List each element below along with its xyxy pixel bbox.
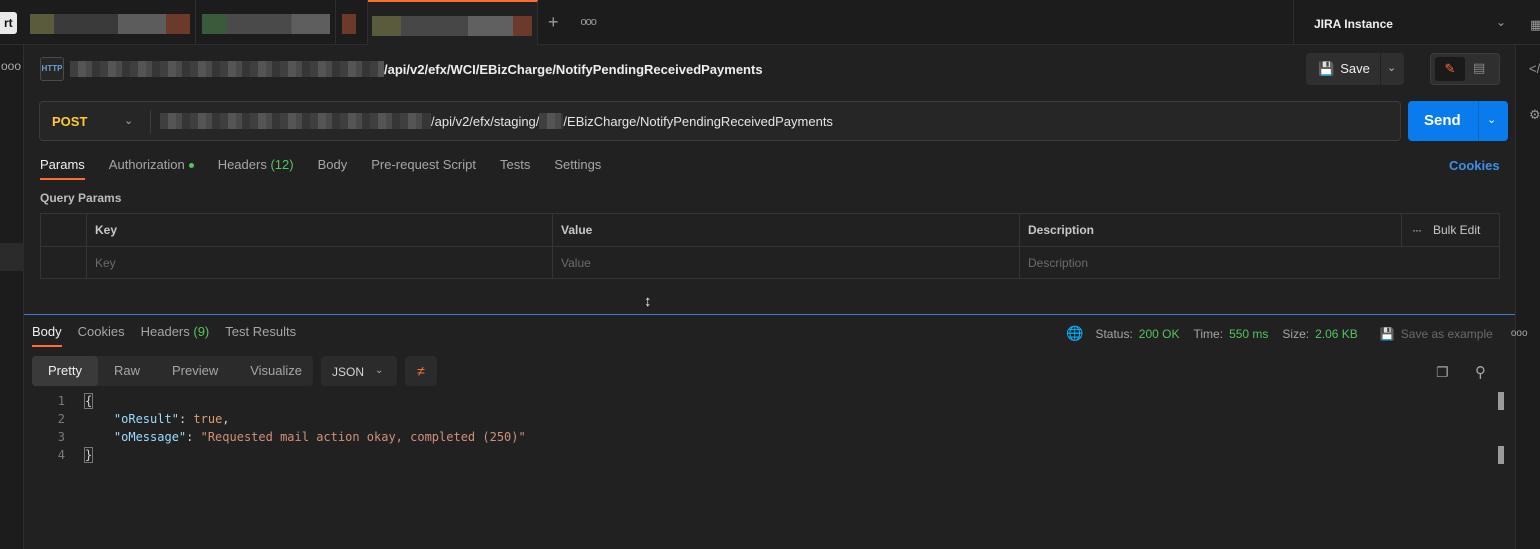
chevron-down-icon[interactable]: ⌄ (124, 114, 133, 127)
status-dot-icon (188, 163, 194, 169)
redacted-host (70, 61, 384, 77)
environment-selector[interactable]: JIRA Instance ⌄ (1293, 0, 1518, 45)
query-params-label: Query Params (40, 191, 122, 205)
url-path-part1: /api/v2/efx/staging/ (431, 113, 540, 129)
status-value[interactable]: 200 OK (1139, 327, 1180, 341)
send-options-chevron-icon[interactable]: ⌄ (1487, 113, 1496, 126)
view-visualize[interactable]: Visualize (234, 356, 318, 386)
pane-splitter[interactable] (24, 314, 1515, 315)
send-button[interactable]: Send ⌄ (1408, 101, 1508, 141)
save-icon: 💾 (1379, 326, 1395, 341)
tab-tests[interactable]: Tests (500, 157, 530, 180)
resize-handle-icon[interactable]: ↕ (644, 293, 652, 310)
tab-pre-request-script[interactable]: Pre-request Script (371, 157, 476, 180)
body-view-tabs: Pretty Raw Preview Visualize (32, 356, 313, 386)
tab-test-results[interactable]: Test Results (225, 324, 296, 347)
pencil-icon[interactable]: ✎ (1435, 57, 1465, 81)
more-icon[interactable]: ooo (1511, 328, 1528, 339)
more-icon[interactable]: ··· (1412, 223, 1422, 237)
response-headers-count: (9) (193, 324, 210, 339)
send-label: Send (1424, 112, 1461, 129)
copy-icon[interactable]: ❐ (1436, 364, 1449, 381)
column-description: Description (1019, 214, 1401, 246)
format-selector[interactable]: JSON ⌄ (321, 356, 397, 386)
save-button[interactable]: 💾 Save ⌄ (1306, 53, 1404, 85)
left-sidebar: ooo (0, 45, 24, 549)
redacted-host (160, 113, 431, 129)
tab-authorization[interactable]: Authorization (109, 157, 194, 180)
request-title-path: /api/v2/efx/WCI/EBizCharge/NotifyPending… (384, 61, 763, 77)
sidebar-selected-item[interactable] (0, 243, 24, 271)
table-row: Key Value Description (41, 247, 1499, 280)
chevron-down-icon: ⌄ (1495, 15, 1506, 29)
code-line: 3 "oMessage": "Requested mail action oka… (57, 430, 526, 444)
new-tab-icon[interactable]: + (548, 12, 559, 32)
headers-count: (12) (270, 157, 294, 172)
description-input[interactable]: Description (1019, 247, 1499, 279)
cookies-link[interactable]: Cookies (1449, 158, 1500, 173)
request-tab-active[interactable] (368, 0, 538, 45)
view-raw[interactable]: Raw (98, 356, 156, 386)
status-label: Status: (1095, 326, 1133, 341)
scroll-marker[interactable] (1498, 392, 1504, 410)
document-icon[interactable]: ▦ (1530, 17, 1540, 33)
chevron-down-icon: ⌄ (375, 365, 384, 376)
info-icon[interactable]: ⚙ (1529, 107, 1540, 123)
request-tabs: Params Authorization Headers (12) Body P… (40, 157, 601, 180)
table-header-row: Key Value Description ··· Bulk Edit (41, 214, 1499, 247)
view-pretty[interactable]: Pretty (32, 356, 98, 386)
code-line: 2 "oResult": true, (57, 412, 230, 426)
tab-response-headers[interactable]: Headers (9) (141, 324, 210, 347)
value-input[interactable]: Value (552, 247, 1019, 279)
time-value[interactable]: 550 ms (1229, 327, 1268, 341)
code-line: 4} (57, 447, 94, 463)
tab-settings[interactable]: Settings (554, 157, 601, 180)
response-tabs: Body Cookies Headers (9) Test Results (32, 324, 296, 347)
column-value: Value (552, 214, 1019, 246)
save-label: Save (1340, 61, 1370, 76)
url-path-part2: /EBizCharge/NotifyPendingReceivedPayment… (563, 113, 833, 129)
method-selector[interactable]: POST (52, 114, 87, 129)
workspace-label[interactable]: rt (0, 12, 17, 34)
scroll-marker[interactable] (1498, 446, 1504, 464)
request-tab-1[interactable] (26, 0, 196, 45)
redacted-segment (539, 113, 564, 129)
query-params-table: Key Value Description ··· Bulk Edit Key V… (40, 213, 1500, 279)
tab-body[interactable]: Body (318, 157, 348, 180)
response-meta: 🌐 Status: 200 OK Time: 550 ms Size: 2.06… (1066, 325, 1528, 342)
save-options-chevron-icon[interactable]: ⌄ (1387, 61, 1396, 74)
search-icon[interactable]: ⚲ (1475, 363, 1486, 381)
more-tabs-icon[interactable]: ooo (581, 12, 597, 32)
url-bar: POST ⌄ /api/v2/efx/staging/ /EBizCharge/… (39, 101, 1401, 141)
tab-response-cookies[interactable]: Cookies (78, 324, 125, 347)
save-as-example-button[interactable]: 💾 Save as example (1380, 327, 1493, 341)
view-mode-toggle: ✎ ▤ (1430, 53, 1500, 85)
http-icon: HTTP (40, 57, 64, 81)
globe-icon[interactable]: 🌐 (1066, 325, 1083, 342)
tab-strip: rt + ooo JIRA Instance ⌄ ▦ (0, 0, 1540, 45)
wrap-lines-icon[interactable]: ≠ (405, 356, 437, 386)
bulk-edit-button[interactable]: ··· Bulk Edit (1401, 214, 1499, 246)
request-tab-2[interactable] (196, 0, 336, 45)
tab-headers[interactable]: Headers (12) (218, 157, 294, 180)
code-icon[interactable]: </ (1529, 61, 1540, 76)
comment-icon[interactable]: ▤ (1473, 60, 1485, 76)
view-preview[interactable]: Preview (156, 356, 234, 386)
tab-params[interactable]: Params (40, 157, 85, 180)
url-input[interactable]: /api/v2/efx/staging/ /EBizCharge/NotifyP… (160, 113, 833, 129)
save-icon: 💾 (1318, 61, 1335, 76)
environment-name: JIRA Instance (1314, 17, 1393, 31)
request-tab-3[interactable] (336, 0, 368, 45)
size-value[interactable]: 2.06 KB (1315, 327, 1358, 341)
key-input[interactable]: Key (86, 247, 552, 279)
right-sidebar: </ ⚙ (1515, 45, 1540, 549)
request-title[interactable]: /api/v2/efx/WCI/EBizCharge/NotifyPending… (70, 61, 763, 77)
time-label: Time: (1193, 326, 1224, 341)
tab-response-body[interactable]: Body (32, 324, 62, 347)
more-icon[interactable]: ooo (1, 59, 21, 73)
size-label: Size: (1282, 326, 1310, 341)
column-key: Key (86, 214, 552, 246)
code-line: 1{ (57, 393, 94, 409)
